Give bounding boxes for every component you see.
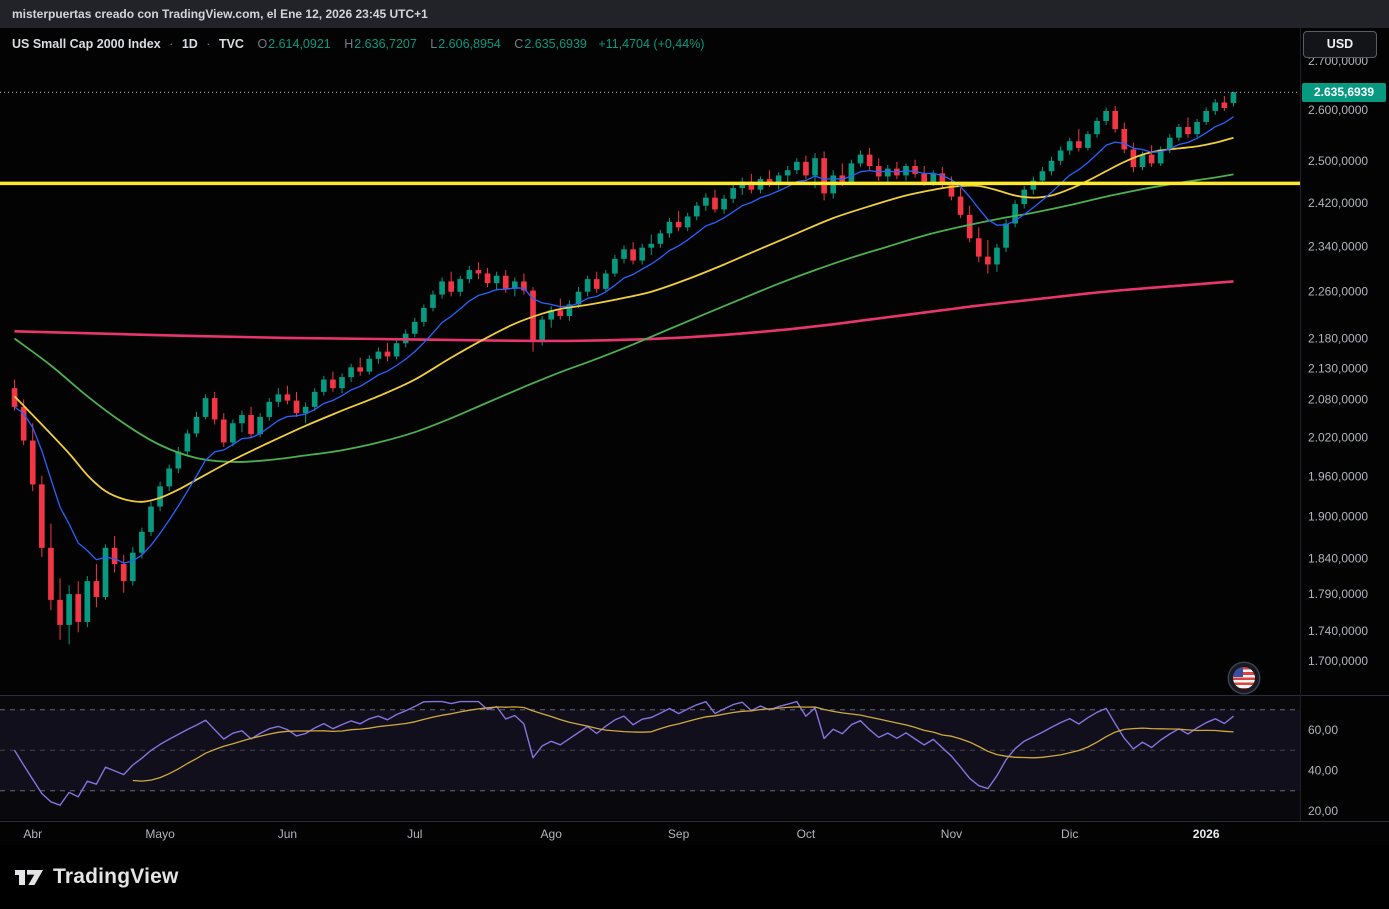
svg-text:1.740,0000: 1.740,0000 bbox=[1308, 624, 1368, 638]
svg-text:2.420,0000: 2.420,0000 bbox=[1308, 196, 1368, 210]
last-price-label: 2.635,6939 bbox=[1302, 83, 1386, 102]
exchange-label: TVC bbox=[219, 37, 244, 51]
candles-layer bbox=[12, 92, 1237, 645]
high-value: 2.636,7207 bbox=[354, 37, 417, 51]
interval-label: 1D bbox=[182, 37, 198, 51]
svg-text:20,00: 20,00 bbox=[1308, 804, 1338, 818]
change-value: +11,4704 (+0,44%) bbox=[598, 37, 704, 51]
us-flag-stripes bbox=[1233, 667, 1255, 689]
close-label: C bbox=[514, 37, 523, 51]
low-value: 2.606,8954 bbox=[438, 37, 501, 51]
symbol-title: US Small Cap 2000 Index bbox=[12, 37, 161, 51]
svg-text:1.700,0000: 1.700,0000 bbox=[1308, 654, 1368, 668]
svg-text:Jun: Jun bbox=[278, 827, 297, 841]
time-scale[interactable]: Abr Mayo Jun Jul Ago Sep Oct Nov Dic 2026 bbox=[23, 827, 1219, 841]
price-scale[interactable]: 2.700,00002.600,00002.500,00002.420,0000… bbox=[1308, 54, 1368, 818]
tradingview-logo-icon bbox=[14, 865, 44, 889]
svg-text:Dic: Dic bbox=[1061, 827, 1078, 841]
svg-text:2.080,0000: 2.080,0000 bbox=[1308, 392, 1368, 406]
svg-text:2.130,0000: 2.130,0000 bbox=[1308, 362, 1368, 376]
svg-text:2.180,0000: 2.180,0000 bbox=[1308, 331, 1368, 345]
low-label: L bbox=[430, 37, 437, 51]
svg-text:Jul: Jul bbox=[407, 827, 422, 841]
svg-text:1.960,0000: 1.960,0000 bbox=[1308, 469, 1368, 483]
svg-text:2.260,0000: 2.260,0000 bbox=[1308, 285, 1368, 299]
symbol-legend[interactable]: US Small Cap 2000 Index · 1D · TVC O2.61… bbox=[12, 37, 704, 51]
svg-text:1.900,0000: 1.900,0000 bbox=[1308, 510, 1368, 524]
open-label: O bbox=[257, 37, 267, 51]
svg-text:2026: 2026 bbox=[1193, 827, 1220, 841]
svg-text:Oct: Oct bbox=[797, 827, 816, 841]
svg-text:Mayo: Mayo bbox=[145, 827, 175, 841]
svg-text:Ago: Ago bbox=[541, 827, 563, 841]
svg-text:2.340,0000: 2.340,0000 bbox=[1308, 240, 1368, 254]
svg-text:1.790,0000: 1.790,0000 bbox=[1308, 587, 1368, 601]
chart-canvas[interactable]: 2.700,00002.600,00002.500,00002.420,0000… bbox=[0, 28, 1389, 845]
svg-text:40,00: 40,00 bbox=[1308, 764, 1338, 778]
tradingview-wordmark: TradingView bbox=[53, 865, 179, 889]
us-flag-icon bbox=[1229, 663, 1259, 693]
footer-bar: TradingView bbox=[0, 845, 1389, 909]
open-value: 2.614,0921 bbox=[268, 37, 331, 51]
svg-text:60,00: 60,00 bbox=[1308, 723, 1338, 737]
ma-long-line bbox=[15, 281, 1234, 341]
currency-button[interactable]: USD bbox=[1303, 31, 1377, 58]
tradingview-logo[interactable]: TradingView bbox=[14, 865, 179, 889]
svg-text:1.840,0000: 1.840,0000 bbox=[1308, 551, 1368, 565]
svg-text:Sep: Sep bbox=[668, 827, 690, 841]
svg-text:2.500,0000: 2.500,0000 bbox=[1308, 154, 1368, 168]
separator-dot: · bbox=[169, 37, 173, 51]
high-label: H bbox=[344, 37, 353, 51]
svg-text:Nov: Nov bbox=[941, 827, 962, 841]
close-value: 2.635,6939 bbox=[524, 37, 587, 51]
svg-text:Abr: Abr bbox=[23, 827, 42, 841]
chart-area: 2.700,00002.600,00002.500,00002.420,0000… bbox=[0, 28, 1389, 845]
attribution-bar: misterpuertas creado con TradingView.com… bbox=[0, 0, 1389, 28]
svg-text:2.600,0000: 2.600,0000 bbox=[1308, 103, 1368, 117]
separator-dot: · bbox=[206, 37, 210, 51]
rsi-pane-background bbox=[0, 696, 1300, 820]
attribution-text: misterpuertas creado con TradingView.com… bbox=[12, 7, 428, 21]
svg-text:2.020,0000: 2.020,0000 bbox=[1308, 430, 1368, 444]
